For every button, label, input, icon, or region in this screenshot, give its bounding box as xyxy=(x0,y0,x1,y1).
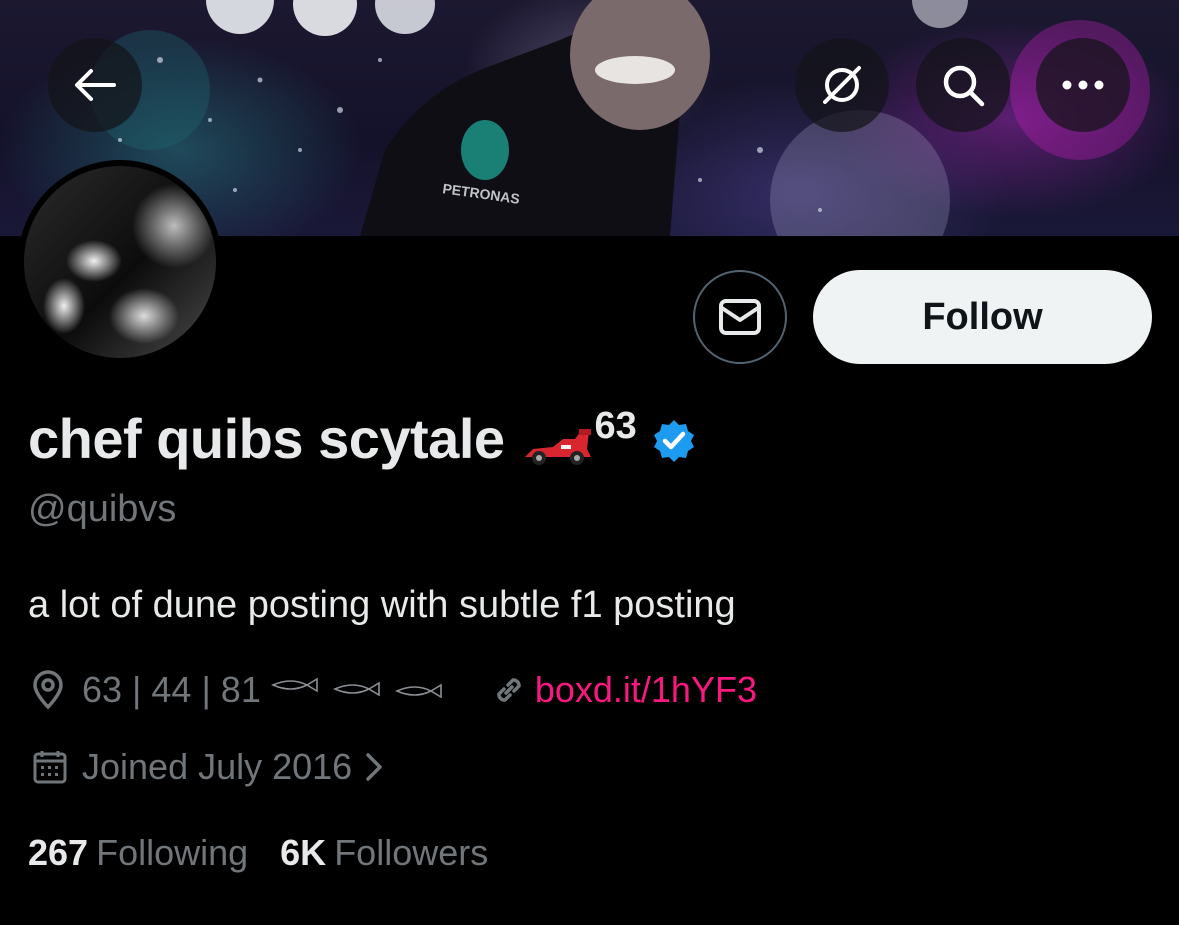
verified-badge-icon[interactable] xyxy=(651,418,697,464)
message-button[interactable] xyxy=(693,270,787,364)
profile-name-row: chef quibs scytale 63 xyxy=(28,398,697,478)
location-pin-icon xyxy=(33,670,63,710)
racing-car-emoji xyxy=(524,429,591,465)
following-label: Following xyxy=(96,832,249,873)
more-icon xyxy=(1062,80,1104,90)
more-button[interactable] xyxy=(1036,38,1130,132)
following-count: 267 xyxy=(28,832,89,873)
follow-button[interactable]: Follow xyxy=(813,270,1152,364)
arrow-left-icon xyxy=(75,69,116,101)
followers-label: Followers xyxy=(334,832,489,873)
avatar-image xyxy=(24,166,216,358)
search-icon xyxy=(943,65,985,107)
name-suffix: 63 xyxy=(594,404,637,447)
profile-joined[interactable]: Joined July 2016 xyxy=(32,744,384,790)
profile-meta: 63 | 44 | 81 boxd.it/1hYF3 xyxy=(28,668,757,712)
chevron-right-icon xyxy=(366,753,382,781)
calendar-icon xyxy=(33,751,67,784)
grok-button[interactable] xyxy=(795,38,889,132)
fish-emoji xyxy=(270,677,442,699)
followers-count: 6K xyxy=(280,832,327,873)
profile-name: chef quibs scytale xyxy=(28,406,505,470)
profile-location: 63 | 44 | 81 xyxy=(82,669,261,710)
search-button[interactable] xyxy=(916,38,1010,132)
profile-bio: a lot of dune posting with subtle f1 pos… xyxy=(28,584,736,626)
link-icon xyxy=(497,678,521,702)
profile-handle: @quibvs xyxy=(28,488,177,530)
profile-stats: 267 Following 6K Followers xyxy=(28,830,488,876)
envelope-icon xyxy=(719,299,761,335)
joined-date: Joined July 2016 xyxy=(82,746,353,787)
followers-link[interactable]: 6K Followers xyxy=(280,832,488,874)
avatar[interactable] xyxy=(18,160,222,364)
back-button[interactable] xyxy=(48,38,142,132)
grok-icon xyxy=(823,66,861,104)
profile-website-link[interactable]: boxd.it/1hYF3 xyxy=(535,669,757,711)
following-link[interactable]: 267 Following xyxy=(28,832,248,874)
